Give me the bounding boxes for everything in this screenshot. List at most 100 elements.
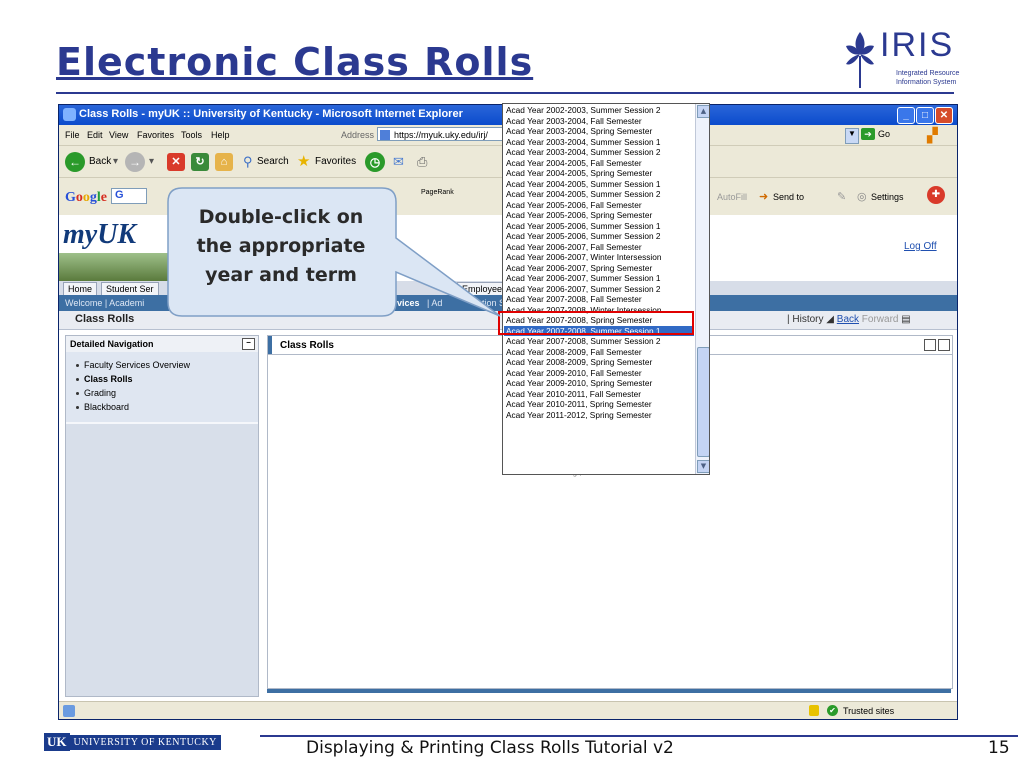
panel-options-icon[interactable] (924, 339, 936, 351)
year-term-option[interactable]: Acad Year 2007-2008, Summer Session 2 (506, 336, 694, 347)
google-search-input[interactable]: G (111, 188, 147, 204)
year-term-dropdown-list[interactable]: Acad Year 2002-2003, Summer Session 2 Aca… (502, 103, 710, 475)
tab-student-services[interactable]: Student Ser (101, 282, 159, 296)
year-term-option[interactable]: Acad Year 2004-2005, Spring Semester (506, 168, 694, 179)
year-term-option[interactable]: Acad Year 2006-2007, Fall Semester (506, 242, 694, 253)
tab-home[interactable]: Home (63, 282, 98, 296)
history-icon[interactable]: ◷ (365, 152, 385, 172)
nav-item-class-rolls[interactable]: Class Rolls (76, 374, 133, 384)
search-icon[interactable]: ⚲ (243, 154, 253, 170)
subtab-faculty-services[interactable]: vices (397, 298, 420, 308)
year-term-option[interactable]: Acad Year 2004-2005, Summer Session 2 (506, 189, 694, 200)
year-term-option[interactable]: Acad Year 2006-2007, Summer Session 1 (506, 273, 694, 284)
back-label[interactable]: Back (89, 156, 111, 167)
year-term-option[interactable]: Acad Year 2005-2006, Summer Session 1 (506, 221, 694, 232)
year-term-option[interactable]: Acad Year 2003-2004, Summer Session 1 (506, 137, 694, 148)
tab-employee[interactable]: Employee (457, 282, 508, 296)
minimize-button[interactable]: _ (897, 107, 915, 124)
year-term-option[interactable]: Acad Year 2003-2004, Spring Semester (506, 126, 694, 137)
back-dropdown-icon[interactable]: ▾ (113, 156, 118, 167)
stop-icon[interactable]: ✕ (167, 153, 185, 171)
settings-icon[interactable]: ◎ (857, 190, 867, 203)
scroll-down-icon[interactable]: ▼ (697, 460, 709, 473)
year-term-option[interactable]: Acad Year 2011-2012, Spring Semester (506, 410, 694, 421)
campus-image (59, 253, 171, 281)
log-off-link[interactable]: Log Off (904, 241, 937, 252)
year-term-option[interactable]: Acad Year 2003-2004, Summer Session 2 (506, 147, 694, 158)
history-dropdown-icon[interactable]: ◢ (826, 314, 834, 325)
back-link[interactable]: Back (837, 314, 859, 325)
subtab-administration[interactable]: | Ad (427, 298, 442, 308)
favorites-label[interactable]: Favorites (315, 156, 356, 167)
year-term-option[interactable]: Acad Year 2007-2008, Fall Semester (506, 294, 694, 305)
year-term-option[interactable]: Acad Year 2006-2007, Summer Session 2 (506, 284, 694, 295)
forward-dropdown-icon[interactable]: ▾ (149, 156, 154, 167)
refresh-icon[interactable]: ↻ (191, 153, 209, 171)
year-term-option[interactable]: Acad Year 2004-2005, Fall Semester (506, 158, 694, 169)
send-to-button[interactable]: Send to (773, 192, 804, 202)
year-term-option[interactable]: Acad Year 2008-2009, Fall Semester (506, 347, 694, 358)
dropdown-scrollbar[interactable]: ▲ ▼ (695, 104, 709, 474)
close-button[interactable]: ✕ (935, 107, 953, 124)
settings-button[interactable]: Settings (871, 192, 904, 202)
menu-tools[interactable]: Tools (181, 130, 202, 140)
year-term-option[interactable]: Acad Year 2003-2004, Fall Semester (506, 116, 694, 127)
status-bar: ✔ Trusted sites (59, 701, 957, 719)
nav-item-faculty-services-overview[interactable]: Faculty Services Overview (76, 360, 190, 370)
search-label[interactable]: Search (257, 156, 289, 167)
history-menu[interactable]: History (792, 314, 823, 325)
go-button[interactable]: ➔ Go (861, 128, 901, 142)
menu-edit[interactable]: Edit (87, 130, 103, 140)
year-term-option[interactable]: Acad Year 2005-2006, Summer Session 2 (506, 231, 694, 242)
callout-line-2: the appropriate (196, 235, 366, 257)
title-rule (56, 92, 954, 94)
forward-arrow-icon[interactable]: → (125, 152, 145, 172)
back-arrow-icon[interactable]: ← (65, 152, 85, 172)
menu-view[interactable]: View (109, 130, 128, 140)
address-input[interactable]: https://myuk.uky.edu/irj/ (377, 127, 507, 141)
address-dropdown-icon[interactable]: ▼ (845, 128, 859, 144)
page-options-icon[interactable]: ▤ (901, 314, 910, 325)
maximize-button[interactable]: □ (916, 107, 934, 124)
address-label: Address (341, 130, 375, 140)
windows-flag-icon: ▞ (927, 127, 938, 143)
mail-icon[interactable]: ✉ (393, 154, 404, 170)
pagerank-indicator: PageRank (421, 189, 454, 196)
autofill-button[interactable]: AutoFill (717, 192, 747, 202)
menu-help[interactable]: Help (211, 130, 230, 140)
lock-icon (809, 705, 819, 716)
year-term-option[interactable]: Acad Year 2002-2003, Summer Session 2 (506, 105, 694, 116)
print-icon[interactable]: ⎙ (417, 154, 427, 170)
home-icon[interactable]: ⌂ (215, 153, 233, 171)
nav-item-blackboard[interactable]: Blackboard (76, 402, 129, 412)
highlight-icon[interactable]: ✎ (837, 190, 846, 203)
year-term-option[interactable]: Acad Year 2008-2009, Spring Semester (506, 357, 694, 368)
subtab-welcome-academic[interactable]: Welcome | Academi (65, 298, 144, 308)
year-term-option[interactable]: Acad Year 2006-2007, Winter Intersession (506, 252, 694, 263)
year-term-option[interactable]: Acad Year 2009-2010, Fall Semester (506, 368, 694, 379)
menu-file[interactable]: File (65, 130, 80, 140)
nav-item-grading[interactable]: Grading (76, 388, 116, 398)
scroll-up-icon[interactable]: ▲ (697, 105, 709, 118)
detailed-navigation-panel: Detailed Navigation − Faculty Services O… (65, 335, 259, 697)
year-term-option[interactable]: Acad Year 2006-2007, Spring Semester (506, 263, 694, 274)
year-term-option[interactable]: Acad Year 2010-2011, Spring Semester (506, 399, 694, 410)
history-navigation: | History ◢ Back Forward ▤ (787, 314, 911, 325)
bookmarks-menu[interactable]: arks (341, 192, 358, 202)
year-term-option[interactable]: Acad Year 2010-2011, Fall Semester (506, 389, 694, 400)
menu-favorites[interactable]: Favorites (137, 130, 174, 140)
year-term-option[interactable]: Acad Year 2005-2006, Spring Semester (506, 210, 694, 221)
year-term-option[interactable]: Acad Year 2005-2006, Fall Semester (506, 200, 694, 211)
year-term-option[interactable]: Acad Year 2004-2005, Summer Session 1 (506, 179, 694, 190)
go-label: Go (878, 129, 891, 139)
subtab-administration-2[interactable]: ation S (477, 298, 505, 308)
favorites-star-icon[interactable]: ★ (297, 152, 310, 170)
collapse-icon[interactable]: − (242, 338, 255, 350)
pdf-icon[interactable]: ✚ (927, 186, 945, 204)
footer-rule (260, 735, 1018, 737)
panel-minimize-icon[interactable] (938, 339, 950, 351)
page-title: Class Rolls (75, 313, 135, 325)
scroll-thumb[interactable] (697, 347, 709, 457)
send-to-icon[interactable]: ➜ (759, 190, 768, 203)
year-term-option[interactable]: Acad Year 2009-2010, Spring Semester (506, 378, 694, 389)
